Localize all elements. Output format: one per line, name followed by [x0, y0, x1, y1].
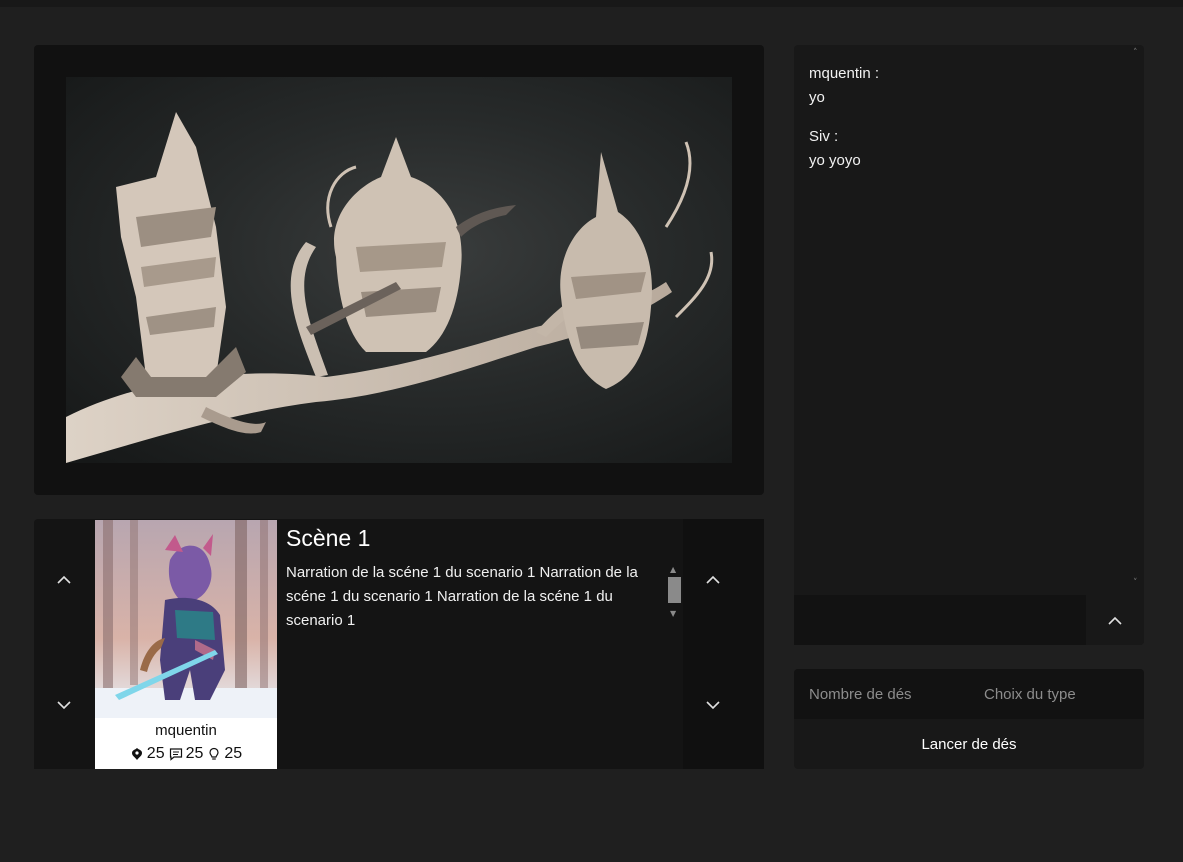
chat-send-button[interactable]	[1086, 595, 1144, 645]
previous-scene-button[interactable]	[683, 549, 743, 609]
chevron-up-icon	[706, 575, 720, 584]
chat-scrollbar[interactable]: ˄ ˅	[1130, 45, 1144, 595]
dice-type-select[interactable]: Choix du type	[969, 669, 1144, 719]
scene-card: mquentin 25 25 25 Scène 1 Narration de l…	[34, 519, 764, 769]
top-bar	[0, 0, 1183, 7]
stat-idea-value: 25	[224, 745, 243, 762]
scene-image-panel	[34, 45, 764, 495]
stat-chat-value: 25	[185, 745, 204, 762]
character-card[interactable]: mquentin 25 25 25	[95, 520, 277, 769]
chat-message-author: Siv :	[809, 128, 839, 145]
chat-input[interactable]	[794, 595, 1086, 645]
scene-title: Scène 1	[286, 525, 371, 551]
scroll-up-icon[interactable]: ˄	[1133, 48, 1138, 58]
previous-character-button[interactable]	[34, 549, 94, 609]
chevron-up-icon	[1108, 616, 1122, 625]
chat-messages: mquentin : yo Siv : yo yoyo	[809, 62, 1119, 188]
scene-image	[66, 77, 732, 463]
scroll-down-icon[interactable]: ˅	[1133, 578, 1138, 588]
chevron-down-icon	[57, 700, 71, 709]
lightbulb-icon	[209, 747, 219, 760]
scroll-down-icon[interactable]: ▼	[670, 609, 676, 618]
chevron-down-icon	[706, 700, 720, 709]
dice-panel: Choix du type Lancer de dés	[794, 669, 1144, 769]
stat-emblem: 25	[130, 745, 165, 763]
chat-message-text: yo	[809, 89, 825, 106]
chat-panel: mquentin : yo Siv : yo yoyo ˄ ˅	[794, 45, 1144, 645]
roll-dice-button[interactable]: Lancer de dés	[794, 719, 1144, 769]
narration-scrollbar[interactable]: ▲ ▼	[666, 565, 681, 621]
chat-message-author: mquentin :	[809, 65, 880, 82]
next-scene-button[interactable]	[683, 675, 743, 735]
stat-chat: 25	[169, 745, 204, 763]
chat-message-text: yo yoyo	[809, 152, 861, 169]
chat-bubble-icon	[169, 748, 182, 761]
scroll-up-icon[interactable]: ▲	[670, 565, 676, 574]
character-name: mquentin	[155, 722, 217, 739]
stat-idea: 25	[207, 745, 242, 763]
dice-count-input[interactable]	[794, 669, 969, 719]
next-character-button[interactable]	[34, 675, 94, 735]
chat-message: Siv : yo yoyo	[809, 125, 1119, 173]
stat-emblem-value: 25	[146, 745, 165, 762]
chat-message: mquentin : yo	[809, 62, 1119, 110]
scene-nav-column	[683, 519, 764, 769]
character-stats: 25 25 25	[95, 745, 277, 763]
chevron-up-icon	[57, 575, 71, 584]
scrollbar-thumb[interactable]	[668, 577, 681, 603]
scene-narration: Narration de la scéne 1 du scenario 1 Na…	[286, 564, 638, 629]
emblem-icon	[131, 748, 142, 760]
dice-options-row: Choix du type	[794, 669, 1144, 719]
character-portrait	[95, 520, 277, 718]
